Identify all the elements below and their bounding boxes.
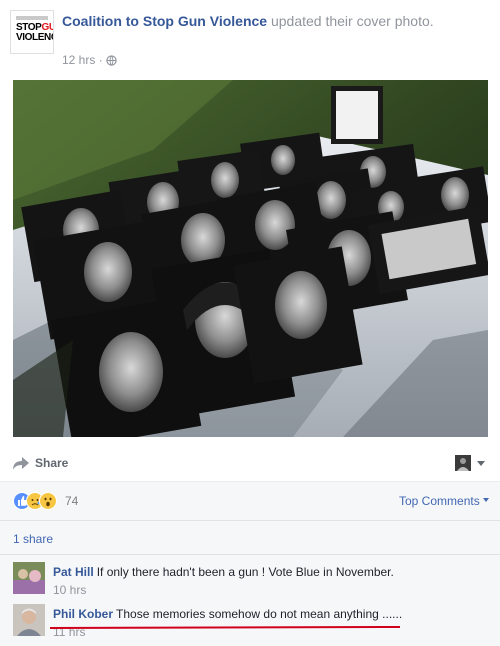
- share-arrow-icon: [13, 457, 29, 473]
- globe-icon[interactable]: [106, 55, 117, 69]
- comment-author[interactable]: Pat Hill: [53, 565, 94, 579]
- cover-photo[interactable]: [13, 80, 488, 437]
- cover-photo-illustration: [13, 80, 488, 437]
- comment-text: If only there hadn't been a gun ! Vote B…: [96, 565, 394, 579]
- wow-reaction-icon: [39, 492, 57, 510]
- page-name-link[interactable]: Coalition to Stop Gun Violence: [62, 13, 267, 29]
- divider: [0, 554, 500, 555]
- avatar-logo-line-2: VIOLENCE: [16, 32, 53, 43]
- comment-sort-label: Top Comments: [399, 494, 480, 508]
- post-action-bar: Share: [0, 450, 500, 480]
- annotation-underline: [50, 626, 400, 629]
- post-action-text: updated their cover photo.: [267, 13, 434, 29]
- post-header: STOPGUN VIOLENCE Coalition to Stop Gun V…: [10, 10, 490, 70]
- comment-body: Pat Hill If only there hadn't been a gun …: [53, 564, 483, 580]
- comment-body: Phil Kober Those memories somehow do not …: [53, 606, 483, 622]
- comment-sort-dropdown[interactable]: Top Comments: [399, 494, 489, 508]
- feed-post: STOPGUN VIOLENCE Coalition to Stop Gun V…: [0, 0, 500, 646]
- meta-separator: ·: [95, 53, 107, 67]
- comment-text: Those memories somehow do not mean anyth…: [116, 607, 403, 621]
- actor-selector-icon[interactable]: [455, 455, 471, 471]
- shares-link[interactable]: 1 share: [13, 532, 53, 546]
- comment-timestamp[interactable]: 10 hrs: [53, 583, 86, 597]
- sort-caret-icon: [482, 498, 489, 502]
- chevron-down-icon[interactable]: [477, 461, 485, 466]
- post-headline: Coalition to Stop Gun Violence updated t…: [62, 12, 482, 31]
- page-avatar[interactable]: STOPGUN VIOLENCE: [10, 10, 54, 54]
- share-label: Share: [35, 456, 69, 470]
- post-meta: 12 hrs ·: [62, 53, 117, 69]
- share-button[interactable]: Share: [13, 456, 68, 473]
- comment-item: Phil Kober Those memories somehow do not …: [13, 604, 488, 644]
- avatar-logo-bar: [16, 16, 48, 20]
- comment-item: Pat Hill If only there hadn't been a gun …: [13, 562, 488, 602]
- feedback-section: 74 Top Comments 1 share Pat Hill If only …: [0, 481, 500, 646]
- comment-author[interactable]: Phil Kober: [53, 607, 113, 621]
- reaction-count: 74: [65, 494, 79, 508]
- commenter-avatar[interactable]: [13, 562, 45, 594]
- divider: [0, 520, 500, 521]
- commenter-avatar[interactable]: [13, 604, 45, 636]
- post-timestamp[interactable]: 12 hrs: [62, 53, 95, 67]
